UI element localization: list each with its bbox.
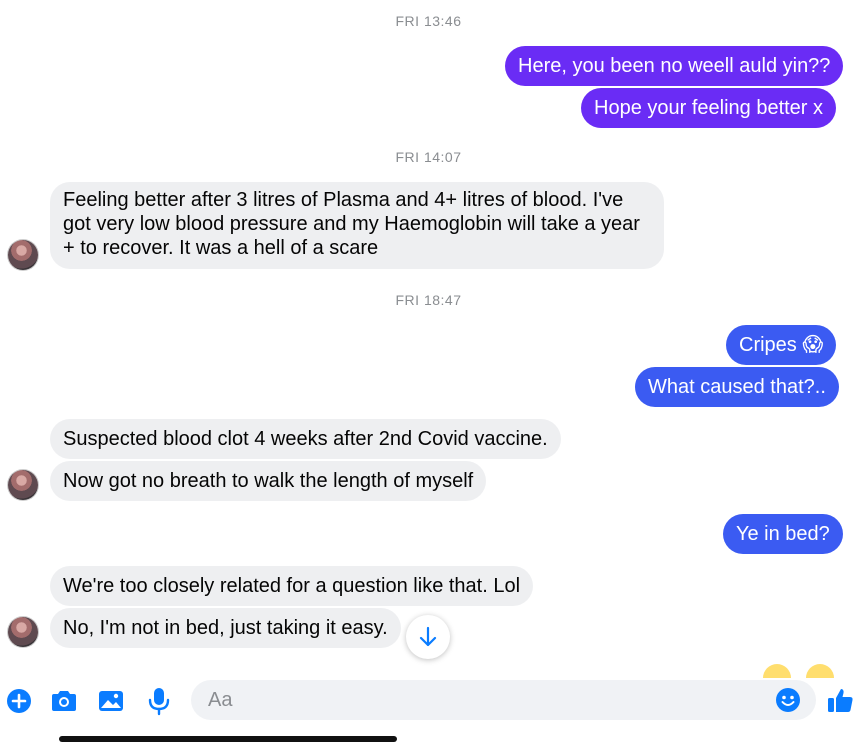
thumbs-up-icon[interactable]: [826, 686, 854, 714]
incoming-message[interactable]: Now got no breath to walk the length of …: [50, 461, 487, 501]
incoming-message[interactable]: Suspected blood clot 4 weeks after 2nd C…: [50, 419, 561, 459]
message-line: + to recover. It was a hell of a scare: [63, 237, 379, 259]
incoming-message[interactable]: Feeling better after 3 litres of Plasma …: [50, 182, 664, 269]
plus-icon[interactable]: [6, 688, 32, 714]
incoming-message[interactable]: No, I'm not in bed, just taking it easy.: [50, 608, 401, 648]
outgoing-message[interactable]: Cripes 😱: [726, 325, 837, 365]
outgoing-message[interactable]: Ye in bed?: [723, 514, 843, 554]
timestamp-2: FRI 14:07: [395, 149, 462, 165]
timestamp-3: FRI 18:47: [395, 292, 462, 308]
message-line: got very low blood pressure and my Haemo…: [63, 213, 640, 235]
message-input-placeholder: Aa: [208, 689, 233, 711]
outgoing-message[interactable]: Hope your feeling better x: [581, 88, 837, 128]
home-indicator: [59, 736, 397, 742]
microphone-icon[interactable]: [147, 686, 171, 716]
camera-icon[interactable]: [49, 688, 79, 714]
scroll-to-bottom-button[interactable]: [406, 615, 450, 659]
avatar[interactable]: [8, 617, 38, 647]
timestamp-1: FRI 13:46: [395, 13, 462, 29]
outgoing-message[interactable]: What caused that?..: [635, 367, 839, 407]
outgoing-message[interactable]: Here, you been no weell auld yin??: [505, 46, 844, 86]
message-input[interactable]: Aa: [191, 680, 816, 720]
emoji-icon[interactable]: [775, 687, 801, 713]
avatar[interactable]: [8, 470, 38, 500]
incoming-message[interactable]: We're too closely related for a question…: [50, 566, 534, 606]
arrow-down-icon: [419, 626, 437, 647]
avatar[interactable]: [8, 240, 38, 270]
message-line: Feeling better after 3 litres of Plasma …: [63, 189, 624, 211]
image-icon[interactable]: [97, 688, 125, 714]
